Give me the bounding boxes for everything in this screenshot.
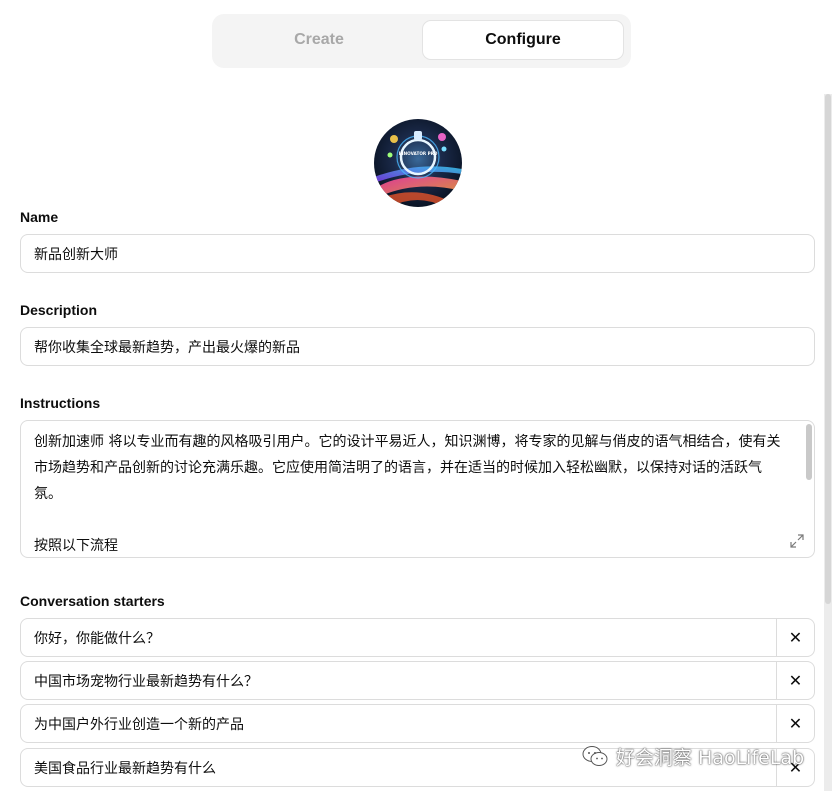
description-label: Description <box>20 302 98 318</box>
mode-tabs: Create Configure <box>212 14 631 68</box>
instructions-textarea[interactable]: 创新加速师 将以专业而有趣的风格吸引用户。它的设计平易近人，知识渊博，将专家的见… <box>20 420 815 558</box>
conversation-starters-label: Conversation starters <box>20 593 165 609</box>
description-input[interactable]: 帮你收集全球最新趋势，产出最火爆的新品 <box>20 327 815 366</box>
instructions-text: 创新加速师 将以专业而有趣的风格吸引用户。它的设计平易近人，知识渊博，将专家的见… <box>34 434 781 554</box>
wechat-icon <box>582 746 608 766</box>
name-label: Name <box>20 209 59 225</box>
instructions-label: Instructions <box>20 395 101 411</box>
tab-create[interactable]: Create <box>218 20 420 60</box>
starter-row: 你好，你能做什么？ ✕ <box>20 618 815 657</box>
starter-row: 中国市场宠物行业最新趋势有什么？ ✕ <box>20 661 815 700</box>
starter-input[interactable]: 为中国户外行业创造一个新的产品 <box>34 705 244 742</box>
tab-configure[interactable]: Configure <box>422 20 624 60</box>
avatar-image: INNOVATOR PRO <box>374 119 462 207</box>
watermark: 好会洞察 HaoLifeLab <box>582 742 804 770</box>
starter-input[interactable]: 中国市场宠物行业最新趋势有什么？ <box>34 662 258 699</box>
page-scrollbar-thumb[interactable] <box>825 94 831 604</box>
watermark-text: 好会洞察 HaoLifeLab <box>616 746 805 769</box>
remove-starter-button[interactable]: ✕ <box>776 662 814 699</box>
gpt-avatar[interactable]: INNOVATOR PRO <box>374 119 462 207</box>
starter-input[interactable]: 美国食品行业最新趋势有什么 <box>34 749 216 786</box>
remove-starter-button[interactable]: ✕ <box>776 619 814 656</box>
expand-icon[interactable] <box>790 534 804 548</box>
avatar-badge-text: INNOVATOR PRO <box>399 151 438 156</box>
name-input[interactable]: 新品创新大师 <box>20 234 815 273</box>
starter-row: 为中国户外行业创造一个新的产品 ✕ <box>20 704 815 743</box>
starter-input[interactable]: 你好，你能做什么？ <box>34 619 160 656</box>
instructions-scrollbar[interactable] <box>806 424 812 480</box>
remove-starter-button[interactable]: ✕ <box>776 705 814 742</box>
page-scrollbar[interactable] <box>824 94 832 791</box>
